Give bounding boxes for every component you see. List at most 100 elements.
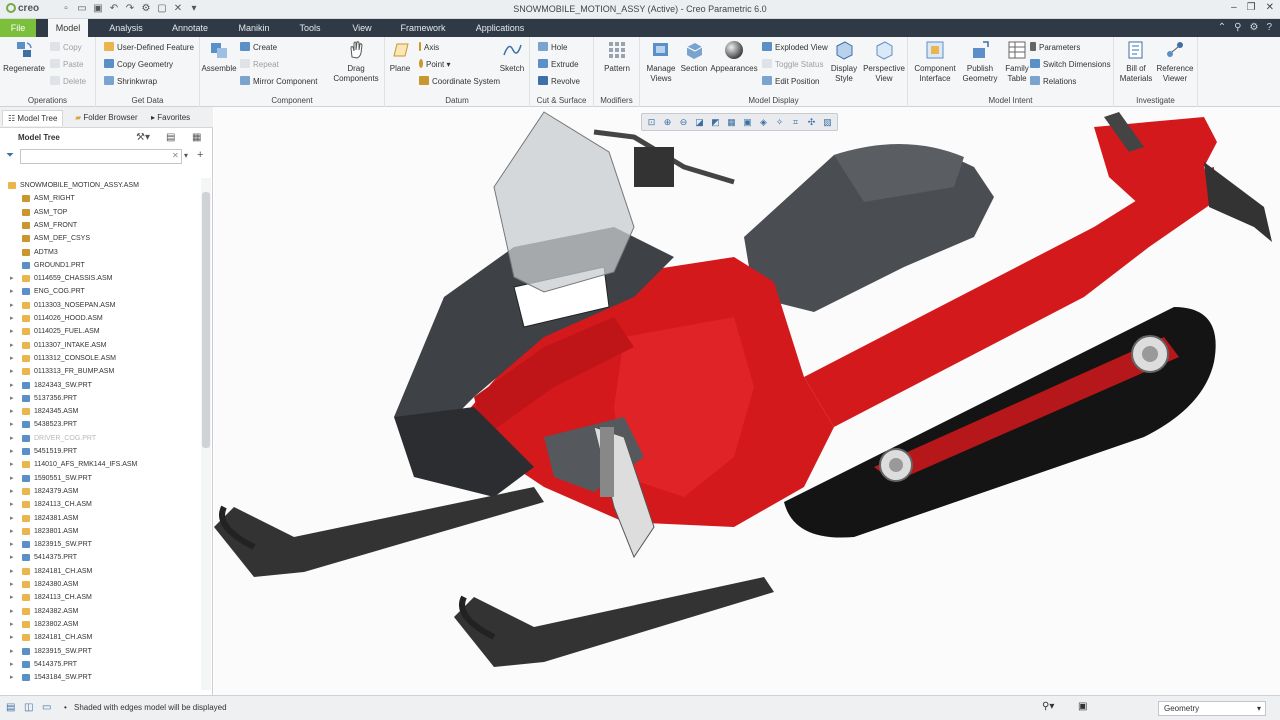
zoom-out-icon[interactable]: ⊖ xyxy=(677,115,690,129)
group-label-investigate[interactable]: Investigate xyxy=(1114,96,1197,105)
repaint-icon[interactable]: ◪ xyxy=(693,115,706,129)
selection-filter-select[interactable]: Geometry ▾ xyxy=(1158,701,1266,716)
tab-applications[interactable]: Applications xyxy=(470,19,530,37)
expand-icon[interactable]: ▸ xyxy=(10,671,14,684)
expand-icon[interactable]: ▸ xyxy=(10,485,14,498)
expand-icon[interactable]: ▸ xyxy=(10,565,14,578)
axis-button[interactable]: Axis xyxy=(419,42,439,53)
perspective-view-button[interactable]: Perspective View xyxy=(862,39,906,84)
search-dropdown-icon[interactable]: ▾ xyxy=(184,151,188,160)
expand-icon[interactable]: ▸ xyxy=(10,512,14,525)
group-label-component[interactable]: Component xyxy=(200,96,384,105)
create-button[interactable]: Create xyxy=(240,42,277,53)
expand-icon[interactable]: ▸ xyxy=(10,458,14,471)
paste-button[interactable]: Paste xyxy=(50,59,83,70)
tab-view[interactable]: View xyxy=(344,19,380,37)
tab-tools[interactable]: Tools xyxy=(292,19,328,37)
animation-icon[interactable]: ▧ xyxy=(821,115,834,129)
delete-button[interactable]: Delete xyxy=(50,76,86,87)
restore-icon[interactable]: ❐ xyxy=(1247,2,1256,13)
saved-orientations-icon[interactable]: ▦ xyxy=(725,115,738,129)
display-style-icon[interactable]: ◩ xyxy=(709,115,722,129)
tab-framework[interactable]: Framework xyxy=(394,19,452,37)
perspective-view-icon[interactable]: ◈ xyxy=(757,115,770,129)
expand-icon[interactable]: ▸ xyxy=(10,551,14,564)
toggle-status-button[interactable]: Toggle Status xyxy=(762,59,823,70)
tree-filters-icon[interactable]: ▦ xyxy=(192,132,201,143)
expand-icon[interactable]: ▸ xyxy=(10,631,14,644)
expand-icon[interactable]: ▸ xyxy=(10,379,14,392)
clear-search-icon[interactable]: ✕ xyxy=(172,151,179,160)
graphics-toolbar-icon[interactable]: ▤ xyxy=(6,702,15,713)
tree-scrollbar-thumb[interactable] xyxy=(202,192,210,448)
reference-viewer-button[interactable]: Reference Viewer xyxy=(1154,39,1196,84)
expand-icon[interactable]: ▸ xyxy=(10,312,14,325)
regenerate-button[interactable]: Regenerate xyxy=(2,39,46,74)
expand-icon[interactable]: ▸ xyxy=(10,605,14,618)
snowmobile-model[interactable] xyxy=(214,107,1280,695)
expand-icon[interactable]: ▸ xyxy=(10,498,14,511)
tab-folder-browser[interactable]: ▰ Folder Browser xyxy=(70,110,143,126)
expand-icon[interactable]: ▸ xyxy=(10,418,14,431)
expand-icon[interactable]: ▸ xyxy=(10,538,14,551)
publish-geometry-button[interactable]: Publish Geometry xyxy=(960,39,1000,84)
relations-button[interactable]: Relations xyxy=(1030,76,1076,87)
settings-icon[interactable]: ⚙ xyxy=(1249,22,1258,33)
group-label-get-data[interactable]: Get Data xyxy=(96,96,199,105)
sketch-button[interactable]: Sketch xyxy=(497,39,527,74)
extrude-button[interactable]: Extrude xyxy=(538,59,579,70)
add-filter-icon[interactable]: + xyxy=(197,149,203,161)
mirror-component-button[interactable]: Mirror Component xyxy=(240,76,317,87)
tab-model[interactable]: Model xyxy=(48,19,88,37)
point-button[interactable]: Point ▾ xyxy=(419,59,450,70)
section-button[interactable]: Section xyxy=(678,39,710,74)
expand-icon[interactable]: ▸ xyxy=(10,591,14,604)
tab-model-tree[interactable]: ☷ Model Tree xyxy=(2,110,64,126)
pattern-button[interactable]: Pattern xyxy=(598,39,636,74)
expand-icon[interactable]: ▸ xyxy=(10,392,14,405)
expand-icon[interactable]: ▸ xyxy=(10,432,14,445)
expand-icon[interactable]: ▸ xyxy=(10,578,14,591)
expand-icon[interactable]: ▸ xyxy=(10,618,14,631)
tree-search-input[interactable] xyxy=(20,149,182,164)
find-icon[interactable]: ⚲▾ xyxy=(1042,701,1054,712)
revolve-button[interactable]: Revolve xyxy=(538,76,580,87)
expand-icon[interactable]: ▸ xyxy=(10,658,14,671)
component-interface-button[interactable]: Component Interface xyxy=(910,39,960,84)
expand-icon[interactable]: ▸ xyxy=(10,645,14,658)
switch-dimensions-button[interactable]: Switch Dimensions xyxy=(1030,59,1111,70)
exploded-view-button[interactable]: Exploded View xyxy=(762,42,828,53)
browser-toggle-icon[interactable]: ▭ xyxy=(42,702,51,713)
drag-components-button[interactable]: Drag Components xyxy=(330,39,382,84)
tree-scrollbar[interactable] xyxy=(201,178,211,690)
expand-icon[interactable]: ▸ xyxy=(10,445,14,458)
assemble-button[interactable]: Assemble xyxy=(200,39,238,74)
repeat-button[interactable]: Repeat xyxy=(240,59,279,70)
close-icon[interactable]: ✕ xyxy=(1266,2,1274,13)
selection-icon[interactable]: ▣ xyxy=(1078,701,1087,712)
appearances-button[interactable]: Appearances xyxy=(710,39,758,74)
expand-icon[interactable]: ▸ xyxy=(10,299,14,312)
coordinate-system-button[interactable]: Coordinate System xyxy=(419,76,500,87)
tab-analysis[interactable]: Analysis xyxy=(104,19,148,37)
spin-center-icon[interactable]: ✣ xyxy=(805,115,818,129)
expand-icon[interactable]: ▸ xyxy=(10,339,14,352)
group-label-modifiers[interactable]: Modifiers xyxy=(594,96,639,105)
group-label-model-display[interactable]: Model Display xyxy=(640,96,907,105)
view-manager-icon[interactable]: ▣ xyxy=(741,115,754,129)
graphics-window[interactable]: ⊡ ⊕ ⊖ ◪ ◩ ▦ ▣ ◈ ✧ ⌗ ✣ ▧ xyxy=(214,107,1280,695)
tree-columns-icon[interactable]: ▤ xyxy=(166,132,175,143)
parameters-button[interactable]: Parameters xyxy=(1030,42,1080,53)
display-style-button[interactable]: Display Style xyxy=(826,39,862,84)
plane-button[interactable]: Plane xyxy=(387,39,413,74)
shrinkwrap-button[interactable]: Shrinkwrap xyxy=(104,76,157,87)
tab-favorites[interactable]: ▸ Favorites xyxy=(146,110,195,126)
expand-icon[interactable]: ▸ xyxy=(10,325,14,338)
minimize-icon[interactable]: – xyxy=(1231,2,1237,13)
tab-annotate[interactable]: Annotate xyxy=(168,19,212,37)
annotation-display-icon[interactable]: ⌗ xyxy=(789,115,802,129)
group-label-operations[interactable]: Operations xyxy=(0,96,95,105)
zoom-in-icon[interactable]: ⊕ xyxy=(661,115,674,129)
help-icon[interactable]: ? xyxy=(1266,22,1272,33)
expand-icon[interactable]: ▸ xyxy=(10,405,14,418)
